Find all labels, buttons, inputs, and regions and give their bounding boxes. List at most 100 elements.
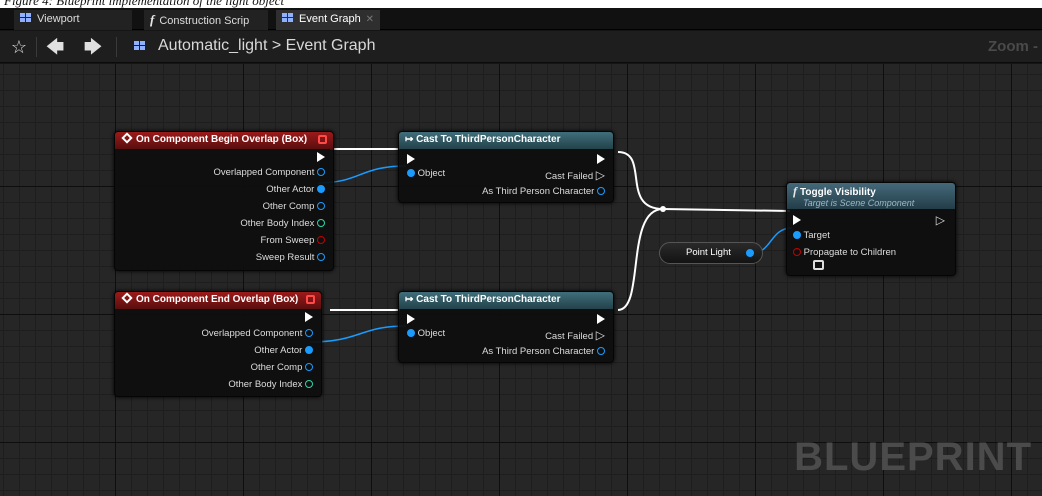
pin-label: From Sweep	[260, 235, 315, 246]
pin-label: Cast Failed	[545, 331, 594, 342]
exec-out-pin[interactable]	[597, 154, 605, 164]
function-icon: f	[150, 12, 155, 27]
event-badge-icon	[318, 135, 327, 144]
object-pin-icon	[317, 168, 325, 176]
tab-event-graph[interactable]: Event Graph ✕	[276, 10, 380, 30]
figure-caption-text: Figure 4: Blueprint implementation of th…	[4, 0, 285, 8]
pin-other-comp[interactable]: Other Comp	[251, 362, 313, 374]
exec-in-pin[interactable]	[407, 314, 415, 324]
pin-label: Object	[417, 328, 446, 339]
exec-in-pin[interactable]	[793, 215, 801, 225]
struct-pin-icon	[317, 253, 325, 261]
pin-other-actor[interactable]: Other Actor	[254, 345, 313, 357]
object-pin-icon	[317, 185, 325, 193]
node-end-overlap[interactable]: On Component End Overlap (Box) Overlappe…	[114, 291, 322, 397]
viewport-icon	[20, 13, 32, 23]
function-icon: f	[793, 184, 797, 198]
propagate-checkbox[interactable]	[813, 260, 824, 270]
node-cast-2[interactable]: ↦ Cast To ThirdPersonCharacter Object Ca…	[398, 291, 614, 363]
pin-object[interactable]: Object	[407, 328, 445, 340]
pin-object[interactable]: Object	[407, 168, 445, 180]
event-badge-icon	[306, 295, 315, 304]
pin-label: Object	[417, 168, 446, 179]
tab-viewport-label: Viewport	[37, 13, 80, 25]
pin-label: Other Comp	[262, 201, 315, 212]
back-arrow-icon[interactable]: 🡄	[44, 35, 66, 59]
pin-overlapped-component[interactable]: Overlapped Component	[213, 167, 325, 179]
exec-out-pin[interactable]	[305, 312, 313, 322]
object-pin-icon	[597, 187, 605, 195]
tab-bar: Viewport f Construction Scrip Event Graph…	[0, 8, 1042, 30]
node-begin-overlap-title: On Component Begin Overlap (Box)	[136, 134, 308, 145]
node-cast-2-header: ↦ Cast To ThirdPersonCharacter	[399, 292, 613, 309]
pin-label: Overlapped Component	[213, 167, 315, 178]
object-pin-icon	[305, 346, 313, 354]
event-graph-icon	[282, 13, 294, 23]
close-tab-icon[interactable]: ✕	[366, 10, 374, 29]
pin-from-sweep[interactable]: From Sweep	[260, 235, 325, 247]
pin-propagate[interactable]: Propagate to Children	[793, 247, 896, 259]
object-wire-end-actor	[309, 325, 407, 343]
node-begin-overlap-header: On Component Begin Overlap (Box)	[115, 132, 333, 149]
pin-overlapped-component[interactable]: Overlapped Component	[201, 328, 313, 340]
pin-label: As Third Person Character	[482, 186, 595, 197]
graph-toolbar: ☆ 🡄 🡆 Automatic_light > Event Graph Zoom…	[0, 31, 1042, 63]
object-pin-icon[interactable]	[746, 249, 754, 257]
pin-label: Target	[803, 230, 830, 241]
node-cast-1[interactable]: ↦ Cast To ThirdPersonCharacter Object Ca…	[398, 131, 614, 203]
pin-other-body-index[interactable]: Other Body Index	[240, 218, 325, 230]
point-light-label: Point Light	[686, 247, 731, 258]
pin-sweep-result[interactable]: Sweep Result	[256, 252, 325, 264]
int-pin-icon	[305, 380, 313, 388]
favorite-star-icon[interactable]: ☆	[8, 35, 30, 59]
bool-pin-icon	[317, 236, 325, 244]
node-cast-1-title: Cast To ThirdPersonCharacter	[416, 134, 561, 145]
exec-in-pin[interactable]	[407, 154, 415, 164]
tab-construction-label: Construction Scrip	[159, 15, 250, 27]
pin-label: Other Body Index	[240, 218, 315, 229]
bool-pin-icon	[793, 248, 801, 256]
object-pin-icon	[793, 231, 801, 239]
pin-as-third-person[interactable]: As Third Person Character	[482, 346, 605, 358]
pin-label: Other Actor	[254, 345, 303, 356]
pin-label: Other Body Index	[228, 379, 303, 390]
pin-label: Overlapped Component	[201, 328, 303, 339]
exec-out-pin[interactable]: ▷	[936, 214, 945, 226]
breadcrumb-separator: >	[271, 37, 282, 54]
exec-out-pin[interactable]	[597, 314, 605, 324]
graph-wires	[309, 148, 793, 343]
node-cast-1-header: ↦ Cast To ThirdPersonCharacter	[399, 132, 613, 149]
node-toggle-subtitle: Target is Scene Component	[803, 198, 915, 208]
pin-target[interactable]: Target	[793, 230, 830, 242]
object-pin-icon	[597, 347, 605, 355]
exec-out-pin[interactable]	[317, 152, 325, 162]
breadcrumb: Automatic_light > Event Graph	[158, 37, 375, 55]
pin-cast-failed[interactable]: Cast Failed ▷	[545, 169, 605, 183]
object-pin-icon	[317, 202, 325, 210]
pin-label: Propagate to Children	[803, 247, 897, 258]
node-end-overlap-header: On Component End Overlap (Box)	[115, 292, 321, 309]
pin-label: Other Comp	[250, 362, 303, 373]
node-end-overlap-title: On Component End Overlap (Box)	[136, 294, 299, 305]
node-begin-overlap[interactable]: On Component Begin Overlap (Box) Overlap…	[114, 131, 334, 271]
pin-as-third-person[interactable]: As Third Person Character	[482, 186, 605, 198]
figure-caption: Figure 4: Blueprint implementation of th…	[0, 0, 1042, 8]
pin-other-comp[interactable]: Other Comp	[263, 201, 325, 213]
pin-cast-failed[interactable]: Cast Failed ▷	[545, 329, 605, 343]
pin-other-body-index[interactable]: Other Body Index	[228, 379, 313, 391]
forward-arrow-icon[interactable]: 🡆	[82, 35, 104, 59]
tab-viewport[interactable]: Viewport	[14, 10, 132, 30]
tab-construction-script[interactable]: f Construction Scrip	[144, 10, 268, 30]
graph-canvas[interactable]: On Component Begin Overlap (Box) Overlap…	[0, 64, 1042, 496]
breadcrumb-current: Event Graph	[285, 37, 376, 54]
node-cast-2-title: Cast To ThirdPersonCharacter	[416, 294, 561, 305]
node-point-light[interactable]: Point Light	[659, 242, 763, 264]
pin-other-actor[interactable]: Other Actor	[266, 184, 325, 196]
zoom-level: Zoom -	[988, 38, 1038, 55]
event-graph-icon	[134, 41, 146, 51]
node-toggle-visibility[interactable]: f Toggle Visibility Target is Scene Compo…	[786, 182, 956, 276]
exec-hollow-icon: ▷	[595, 168, 605, 182]
tab-event-graph-label: Event Graph	[299, 13, 361, 25]
breadcrumb-root[interactable]: Automatic_light	[158, 37, 267, 54]
exec-wire-cast2-to-toggle	[617, 208, 664, 311]
